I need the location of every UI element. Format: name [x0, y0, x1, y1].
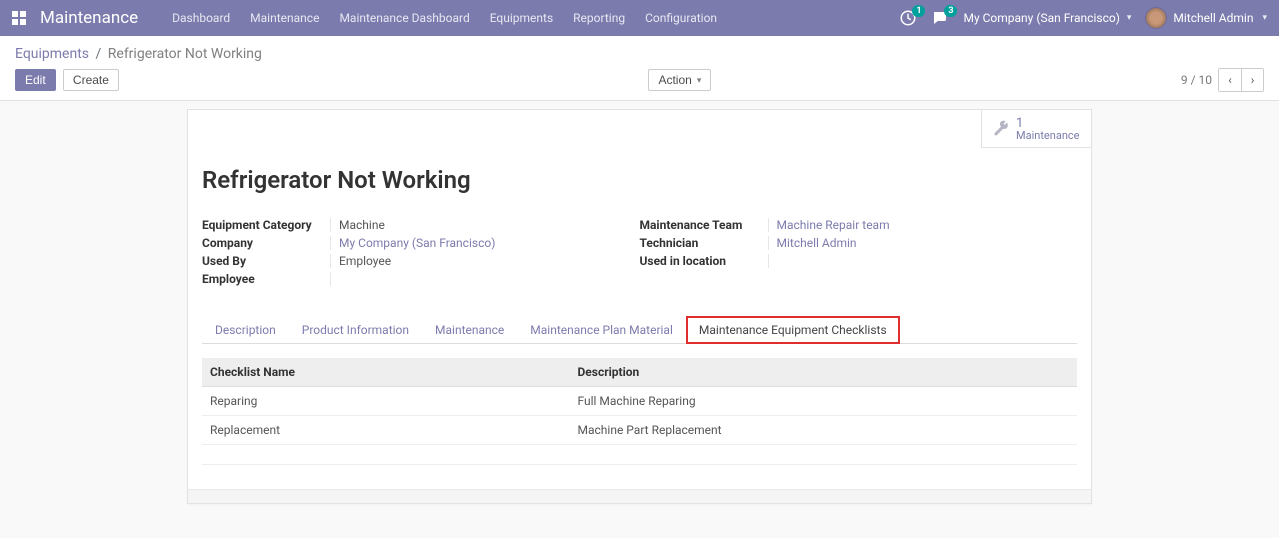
label-used-by: Used By — [202, 254, 330, 268]
company-selector[interactable]: My Company (San Francisco) — [963, 11, 1131, 25]
create-button[interactable]: Create — [63, 69, 119, 91]
pager-buttons: ‹ › — [1218, 68, 1264, 92]
nav-item-reporting[interactable]: Reporting — [573, 11, 625, 25]
user-menu[interactable]: Mitchell Admin — [1145, 7, 1267, 29]
form-right-column: Maintenance Team Machine Repair team Tec… — [640, 216, 1078, 288]
col-checklist-name[interactable]: Checklist Name — [202, 358, 570, 387]
nav-item-equipments[interactable]: Equipments — [490, 11, 553, 25]
checklist-table: Checklist Name Description Reparing Full… — [202, 358, 1077, 465]
sheet-footer-strip — [188, 489, 1091, 503]
value-company[interactable]: My Company (San Francisco) — [339, 236, 495, 250]
control-panel: Equipments / Refrigerator Not Working Ed… — [0, 36, 1279, 101]
pager-text[interactable]: 9 / 10 — [1181, 73, 1212, 87]
cell-checklist-name: Reparing — [202, 387, 570, 416]
activities-badge: 1 — [912, 5, 925, 17]
breadcrumb-current: Refrigerator Not Working — [108, 46, 262, 62]
breadcrumb: Equipments / Refrigerator Not Working — [15, 42, 1264, 68]
activities-button[interactable]: 1 — [899, 9, 917, 27]
company-name: My Company (San Francisco) — [963, 11, 1119, 25]
stat-label: Maintenance — [1016, 130, 1080, 141]
stat-count: 1 — [1016, 117, 1080, 130]
maintenance-stat-button[interactable]: 1 Maintenance — [981, 110, 1091, 148]
pager-next-button[interactable]: › — [1241, 69, 1263, 91]
notebook-tabs: Description Product Information Maintena… — [202, 316, 1077, 344]
table-row[interactable]: Replacement Machine Part Replacement — [202, 416, 1077, 445]
nav-item-dashboard[interactable]: Dashboard — [172, 11, 230, 25]
cell-description: Machine Part Replacement — [570, 416, 1078, 445]
form-left-column: Equipment Category Machine Company My Co… — [202, 216, 640, 288]
nav-item-maintenance-dashboard[interactable]: Maintenance Dashboard — [339, 11, 469, 25]
label-used-in-location: Used in location — [640, 254, 768, 268]
top-navbar: Maintenance Dashboard Maintenance Mainte… — [0, 0, 1279, 36]
nav-item-maintenance[interactable]: Maintenance — [250, 11, 319, 25]
label-company: Company — [202, 236, 330, 250]
chevron-right-icon: › — [1251, 73, 1255, 87]
form-view: 1 Maintenance Refrigerator Not Working E… — [187, 109, 1092, 504]
value-technician[interactable]: Mitchell Admin — [777, 236, 857, 250]
apps-icon[interactable] — [12, 11, 26, 25]
cell-description: Full Machine Reparing — [570, 387, 1078, 416]
caret-down-icon: ▾ — [697, 75, 702, 86]
nav-item-configuration[interactable]: Configuration — [645, 11, 717, 25]
tab-maintenance-equipment-checklists[interactable]: Maintenance Equipment Checklists — [686, 316, 900, 344]
cp-left-buttons: Edit Create — [15, 69, 119, 91]
action-label: Action — [658, 73, 691, 87]
messages-button[interactable]: 3 — [931, 9, 949, 27]
checklist-table-wrap: Checklist Name Description Reparing Full… — [202, 358, 1077, 465]
app-brand[interactable]: Maintenance — [40, 8, 138, 28]
tab-maintenance[interactable]: Maintenance — [422, 316, 517, 344]
messages-badge: 3 — [944, 5, 957, 17]
label-maintenance-team: Maintenance Team — [640, 218, 768, 232]
breadcrumb-parent[interactable]: Equipments — [15, 46, 89, 62]
action-dropdown[interactable]: Action ▾ — [648, 69, 711, 91]
label-equipment-category: Equipment Category — [202, 218, 330, 232]
col-description[interactable]: Description — [570, 358, 1078, 387]
pager-prev-button[interactable]: ‹ — [1219, 69, 1241, 91]
table-empty-row — [202, 445, 1077, 465]
stat-button-box: 1 Maintenance — [188, 110, 1091, 148]
label-employee: Employee — [202, 272, 330, 286]
wrench-icon — [992, 120, 1010, 138]
table-row[interactable]: Reparing Full Machine Reparing — [202, 387, 1077, 416]
breadcrumb-separator: / — [96, 46, 102, 62]
edit-button[interactable]: Edit — [15, 69, 56, 91]
user-name: Mitchell Admin — [1173, 11, 1253, 25]
chevron-left-icon: ‹ — [1228, 73, 1232, 87]
value-maintenance-team[interactable]: Machine Repair team — [777, 218, 890, 232]
tab-product-information[interactable]: Product Information — [289, 316, 422, 344]
cell-checklist-name: Replacement — [202, 416, 570, 445]
value-used-by: Employee — [339, 254, 391, 268]
value-equipment-category: Machine — [339, 218, 385, 232]
tab-maintenance-plan-material[interactable]: Maintenance Plan Material — [517, 316, 686, 344]
tab-description[interactable]: Description — [202, 316, 289, 344]
nav-menu: Dashboard Maintenance Maintenance Dashbo… — [172, 11, 717, 25]
avatar — [1145, 7, 1167, 29]
label-technician: Technician — [640, 236, 768, 250]
page-title: Refrigerator Not Working — [202, 166, 1077, 194]
